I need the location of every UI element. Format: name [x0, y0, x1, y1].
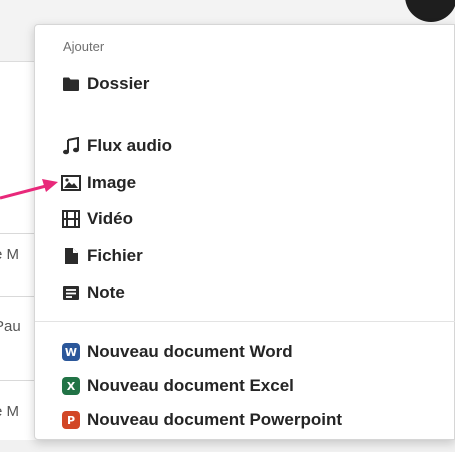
- folder-icon: [61, 74, 81, 94]
- menu-item-label: Fichier: [87, 246, 143, 265]
- menu-item-new-word-document[interactable]: W Nouveau document Word: [61, 338, 441, 366]
- menu-divider: [35, 321, 455, 322]
- menu-item-video[interactable]: Vidéo: [61, 205, 441, 233]
- menu-item-label: Nouveau document Excel: [87, 376, 294, 395]
- menu-item-note[interactable]: Note: [61, 279, 441, 307]
- image-icon: [61, 173, 81, 193]
- add-menu: Ajouter Dossier Flux audio Image Vidéo F…: [34, 24, 455, 440]
- menu-item-folder[interactable]: Dossier: [61, 70, 441, 98]
- menu-item-label: Note: [87, 283, 125, 302]
- menu-item-new-powerpoint-document[interactable]: P Nouveau document Powerpoint: [61, 406, 441, 434]
- menu-item-label: Vidéo: [87, 209, 133, 228]
- menu-item-label: Nouveau document Powerpoint: [87, 410, 343, 429]
- menu-item-label: Nouveau document Word: [87, 342, 293, 361]
- menu-item-new-excel-document[interactable]: X Nouveau document Excel: [61, 372, 441, 400]
- menu-item-file[interactable]: Fichier: [61, 242, 441, 270]
- menu-item-audio-stream[interactable]: Flux audio: [61, 132, 441, 160]
- word-icon: W: [62, 343, 80, 361]
- note-icon: [61, 283, 81, 303]
- film-icon: [61, 209, 81, 229]
- menu-item-image[interactable]: Image: [61, 169, 441, 197]
- file-icon: [61, 246, 81, 266]
- menu-item-label: Image: [87, 173, 137, 192]
- excel-icon: X: [62, 377, 80, 395]
- page-footer: [0, 440, 455, 452]
- menu-header: Ajouter: [63, 39, 105, 54]
- menu-item-label: Dossier: [87, 74, 150, 93]
- powerpoint-icon: P: [62, 411, 80, 429]
- music-note-icon: [61, 136, 81, 156]
- menu-item-label: Flux audio: [87, 136, 172, 155]
